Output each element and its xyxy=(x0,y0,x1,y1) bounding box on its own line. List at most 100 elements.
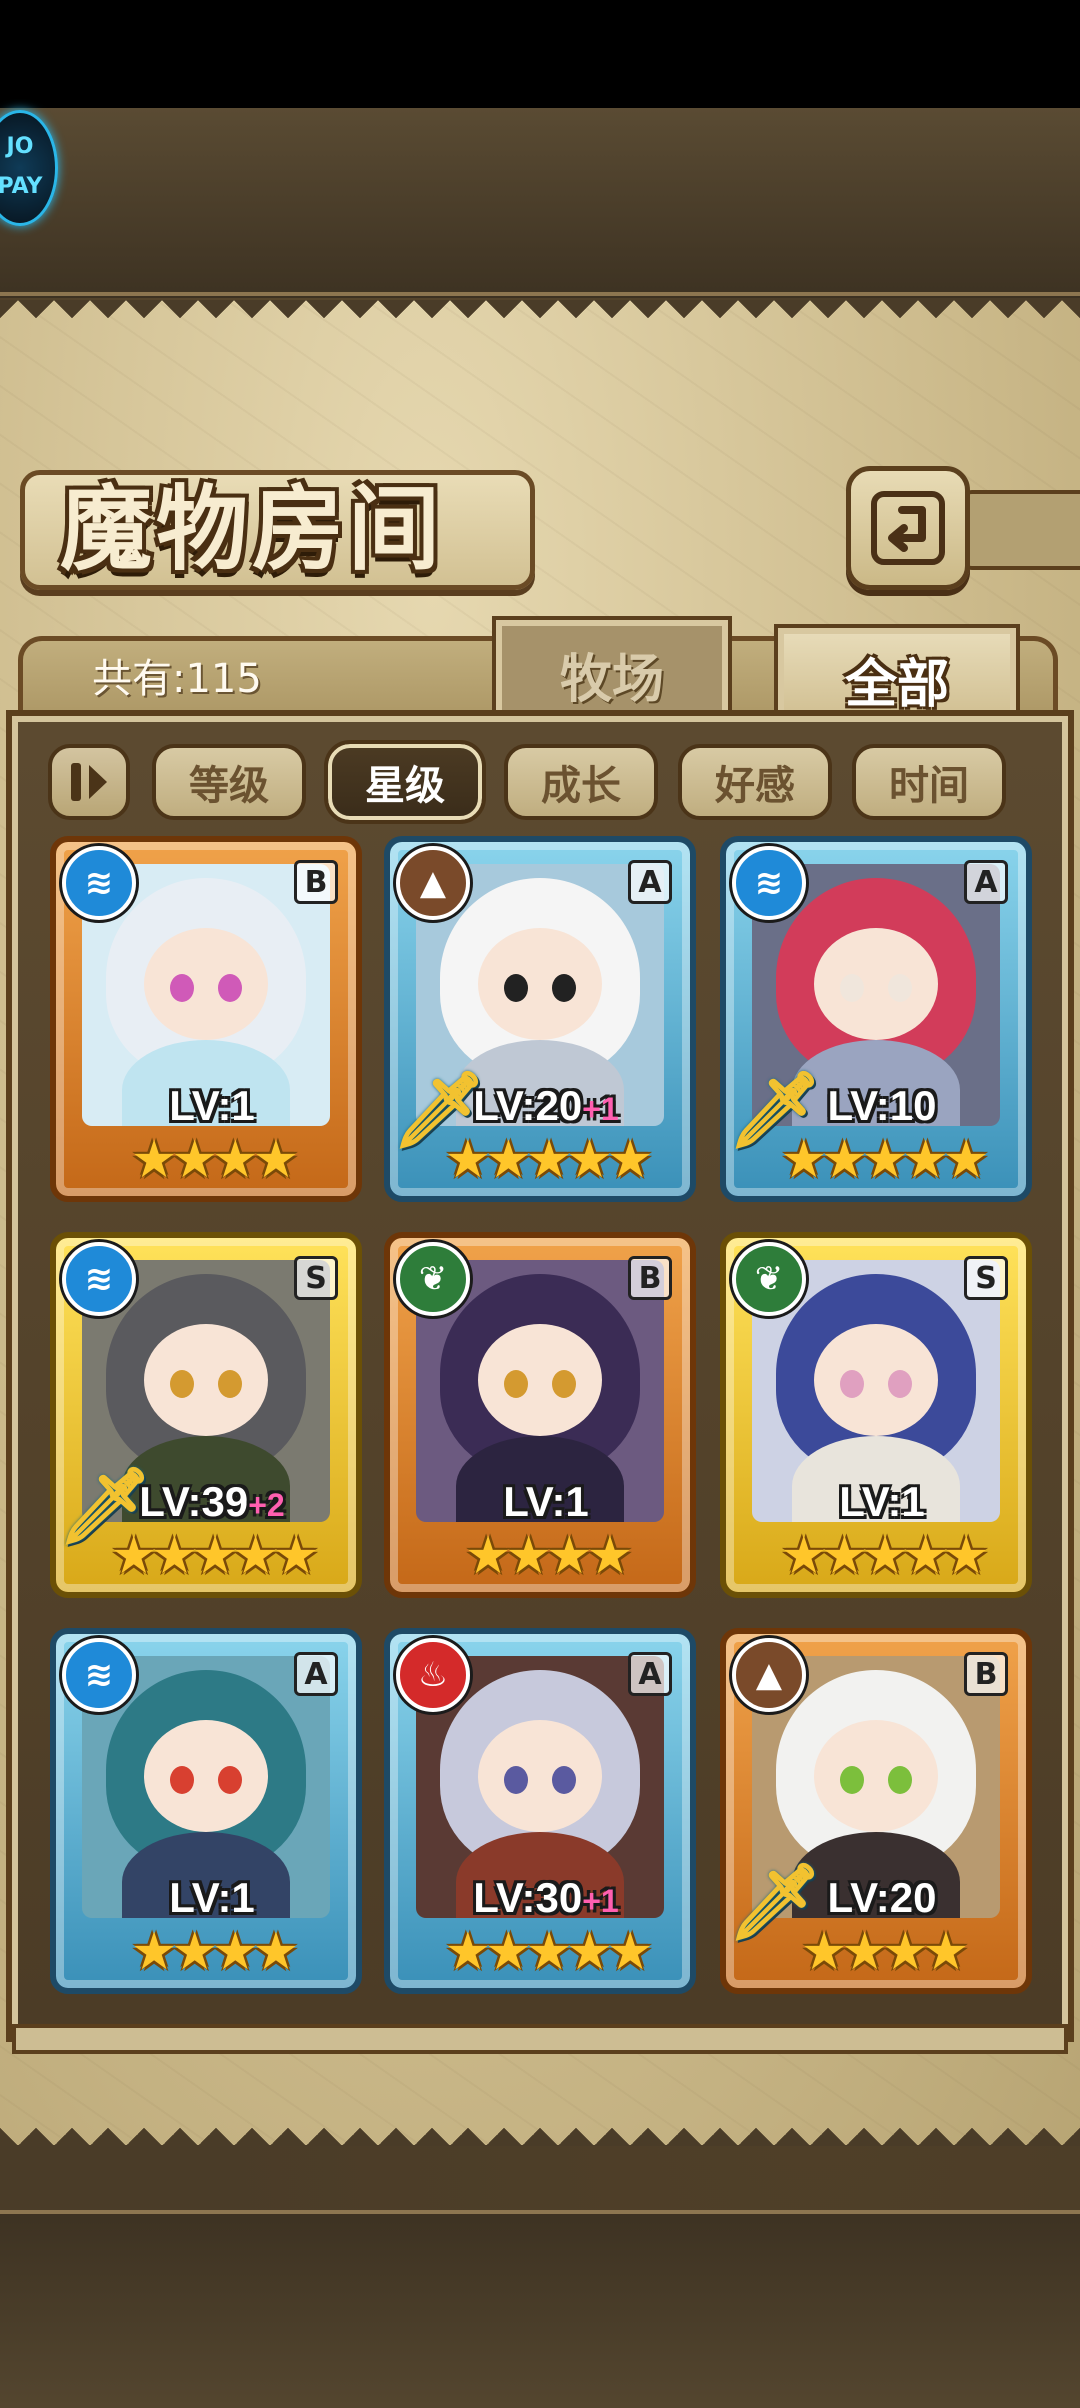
monster-card[interactable]: ≋ A LV:1 ★★★★ xyxy=(50,1628,362,1994)
sort-chip-level[interactable]: 等级 xyxy=(152,744,306,820)
monster-face xyxy=(144,928,268,1040)
monster-eye xyxy=(552,1370,576,1398)
level-value: LV:1 xyxy=(169,1874,255,1921)
monster-eye xyxy=(840,974,864,1002)
monster-face xyxy=(814,1324,938,1436)
rank-badge: A xyxy=(294,1652,338,1696)
return-arrow-icon xyxy=(871,491,945,565)
list-bottom-rail xyxy=(12,2024,1068,2054)
earth-icon: ▲ xyxy=(732,1638,806,1712)
monster-level: LV:1 xyxy=(726,1478,1026,1526)
back-rail xyxy=(960,490,1080,570)
monster-face xyxy=(144,1720,268,1832)
sort-chip-label: 好感 xyxy=(715,763,795,809)
monster-eye xyxy=(840,1766,864,1794)
panel-zigzag-top xyxy=(0,300,1080,336)
map-band-top xyxy=(0,108,1080,298)
rank-badge: A xyxy=(964,860,1008,904)
divider xyxy=(0,292,1080,296)
rank-badge: S xyxy=(294,1256,338,1300)
monster-level: LV:39+2 xyxy=(56,1478,356,1526)
monster-card[interactable]: ❦ S LV:1 ★★★★★ xyxy=(720,1232,1032,1598)
tab-ranch[interactable]: 牧场 xyxy=(492,616,732,732)
divider xyxy=(0,2210,1080,2214)
monster-face xyxy=(814,1720,938,1832)
star-rating: ★★★★ xyxy=(130,1922,299,1982)
rank-badge: B xyxy=(294,860,338,904)
star-rating: ★★★★★ xyxy=(110,1526,319,1586)
rank-badge: B xyxy=(964,1652,1008,1696)
nature-icon: ❦ xyxy=(732,1242,806,1316)
rank-badge: B xyxy=(628,1256,672,1300)
water-icon: ≋ xyxy=(62,1242,136,1316)
star-rating: ★★★★ xyxy=(464,1526,633,1586)
earth-icon: ▲ xyxy=(396,846,470,920)
level-value: LV:1 xyxy=(169,1082,255,1129)
fire-icon: ♨ xyxy=(396,1638,470,1712)
water-icon: ≋ xyxy=(62,846,136,920)
monster-level: LV:30+1 xyxy=(390,1874,690,1922)
monster-card[interactable]: ≋ B LV:1 ★★★★ xyxy=(50,836,362,1202)
monster-face xyxy=(144,1324,268,1436)
level-value: LV:10 xyxy=(827,1082,937,1129)
monster-card[interactable]: ▲A🗡LV:20+1★★★★★ xyxy=(384,836,696,1202)
water-icon: ≋ xyxy=(732,846,806,920)
monster-face xyxy=(814,928,938,1040)
monster-eye xyxy=(170,1370,194,1398)
star-rating: ★★★★★ xyxy=(780,1130,989,1190)
monster-level: LV:10 xyxy=(726,1082,1026,1130)
water-icon: ≋ xyxy=(62,1638,136,1712)
monster-card[interactable]: ♨ A LV:30+1 ★★★★★ xyxy=(384,1628,696,1994)
monster-eye xyxy=(840,1370,864,1398)
status-bar xyxy=(0,0,1080,108)
tab-all[interactable]: 全部 xyxy=(774,624,1020,734)
monster-eye xyxy=(218,1766,242,1794)
sort-order-icon xyxy=(71,763,107,801)
sort-chip-label: 星级 xyxy=(365,763,445,809)
back-button[interactable] xyxy=(846,466,970,590)
monster-card[interactable]: ≋S🗡LV:39+2★★★★★ xyxy=(50,1232,362,1598)
monster-card[interactable]: ≋A🗡LV:10★★★★★ xyxy=(720,836,1032,1202)
monster-card[interactable]: ▲B🗡LV:20★★★★ xyxy=(720,1628,1032,1994)
monster-eye xyxy=(552,1766,576,1794)
monster-level: LV:20+1 xyxy=(390,1082,690,1130)
monster-eye xyxy=(170,974,194,1002)
sort-chip-label: 成长 xyxy=(541,763,621,809)
level-bonus: +2 xyxy=(248,1487,285,1523)
level-value: LV:30 xyxy=(473,1874,583,1921)
sort-chip-affection[interactable]: 好感 xyxy=(678,744,832,820)
star-rating: ★★★★ xyxy=(800,1922,969,1982)
monster-level: LV:20 xyxy=(726,1874,1026,1922)
sort-chip-label: 时间 xyxy=(889,763,969,809)
rank-badge: A xyxy=(628,1652,672,1696)
page-title: 魔物房间 xyxy=(60,476,445,583)
level-bonus: +1 xyxy=(582,1091,619,1127)
monster-eye xyxy=(170,1766,194,1794)
monster-count: 共有:115 xyxy=(92,656,262,702)
monster-eye xyxy=(888,1370,912,1398)
monster-face xyxy=(478,1720,602,1832)
monster-eye xyxy=(218,974,242,1002)
panel-zigzag-bottom xyxy=(0,2110,1080,2146)
sort-order-toggle[interactable] xyxy=(48,744,130,820)
sort-chip-label: 等级 xyxy=(189,763,269,809)
monster-eye xyxy=(888,1766,912,1794)
monster-eye xyxy=(888,974,912,1002)
logo-text: JO PAY xyxy=(0,134,43,199)
level-bonus: +1 xyxy=(582,1883,619,1919)
monster-card[interactable]: ❦ B LV:1 ★★★★ xyxy=(384,1232,696,1598)
monster-level: LV:1 xyxy=(390,1478,690,1526)
sort-chip-growth[interactable]: 成长 xyxy=(504,744,658,820)
monster-level: LV:1 xyxy=(56,1874,356,1922)
monster-eye xyxy=(504,1370,528,1398)
sort-chip-time[interactable]: 时间 xyxy=(852,744,1006,820)
level-value: LV:39 xyxy=(139,1478,249,1525)
tab-ranch-label: 牧场 xyxy=(559,649,664,710)
tab-all-label: 全部 xyxy=(844,654,949,715)
sort-chip-star[interactable]: 星级 xyxy=(324,740,486,824)
monster-eye xyxy=(552,974,576,1002)
monster-face xyxy=(478,928,602,1040)
nature-icon: ❦ xyxy=(396,1242,470,1316)
star-rating: ★★★★★ xyxy=(780,1526,989,1586)
monster-eye xyxy=(504,974,528,1002)
